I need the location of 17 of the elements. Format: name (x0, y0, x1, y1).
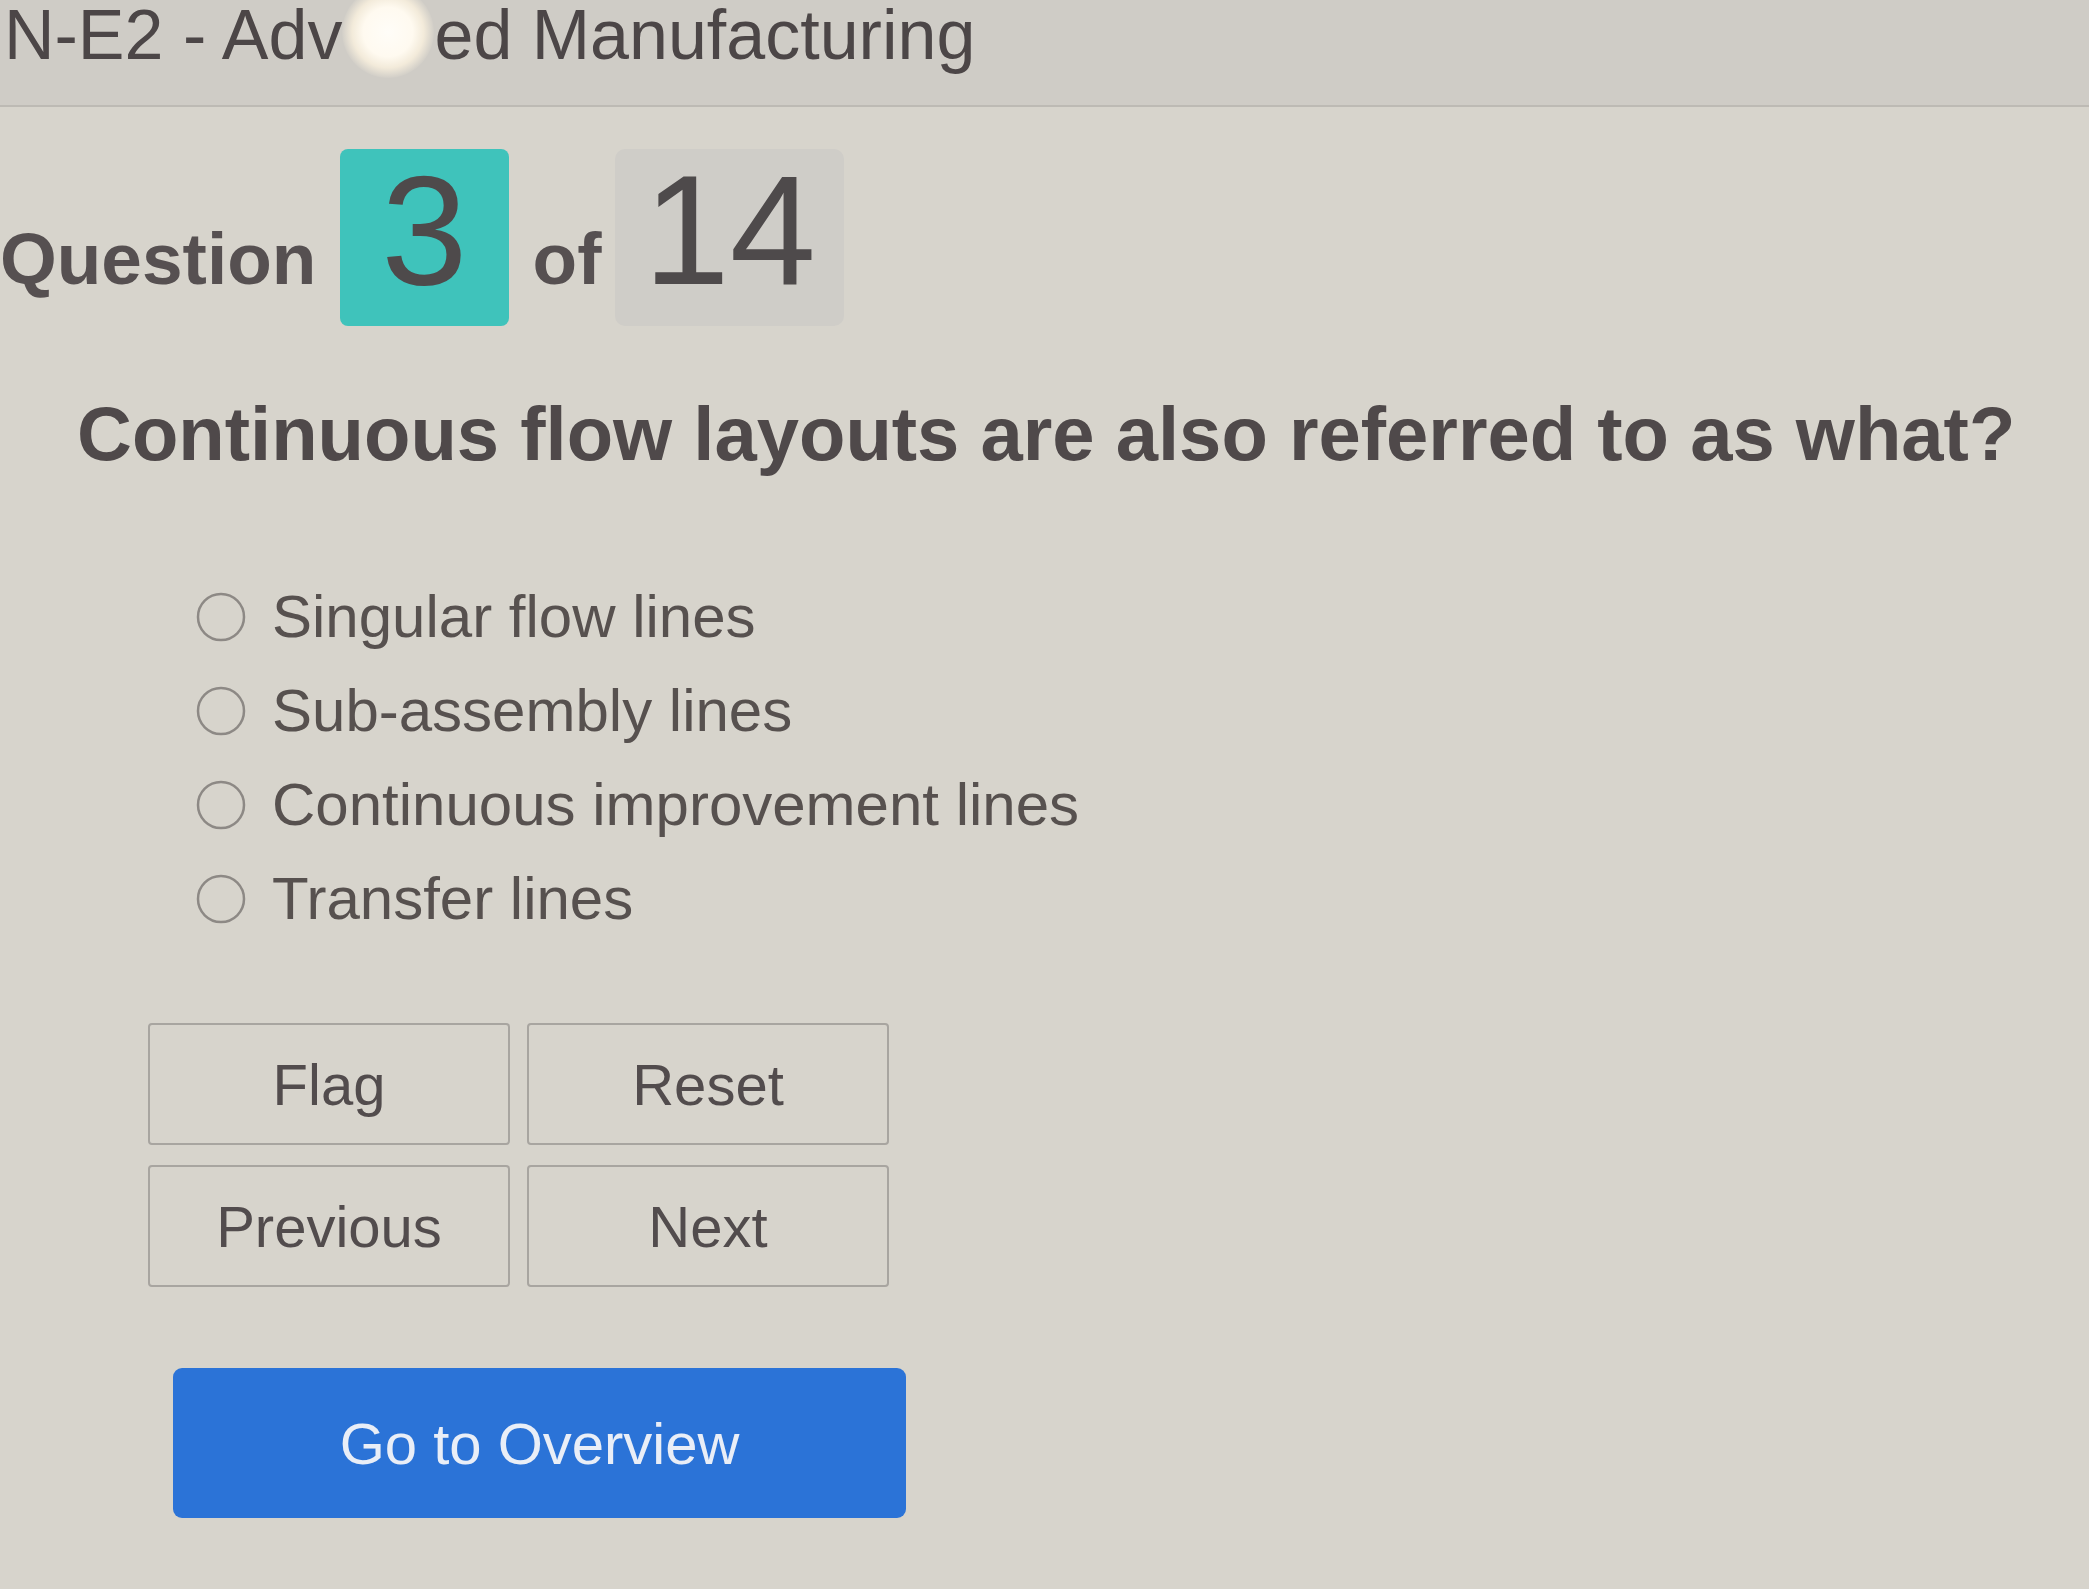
nav-button[interactable]: Reset (527, 1023, 889, 1145)
nav-button[interactable]: Flag (148, 1023, 510, 1145)
radio-button[interactable] (196, 874, 246, 924)
option-label: Continuous improvement lines (272, 770, 1080, 840)
radio-button[interactable] (196, 686, 246, 736)
nav-button[interactable]: Previous (148, 1165, 510, 1287)
nav-button[interactable]: Next (527, 1165, 889, 1287)
page-title: N-E2 - Adv (4, 0, 343, 70)
option-label: Singular flow lines (272, 582, 756, 652)
option-label: Sub-assembly lines (272, 676, 793, 746)
radio-button[interactable] (196, 780, 246, 830)
radio-button[interactable] (196, 592, 246, 642)
total-questions-number: 14 (615, 149, 844, 326)
option-label: Transfer lines (272, 864, 634, 934)
go-to-overview-button[interactable]: Go to Overview (173, 1368, 906, 1518)
of-label: of (532, 222, 602, 295)
current-question-number: 3 (340, 149, 509, 326)
